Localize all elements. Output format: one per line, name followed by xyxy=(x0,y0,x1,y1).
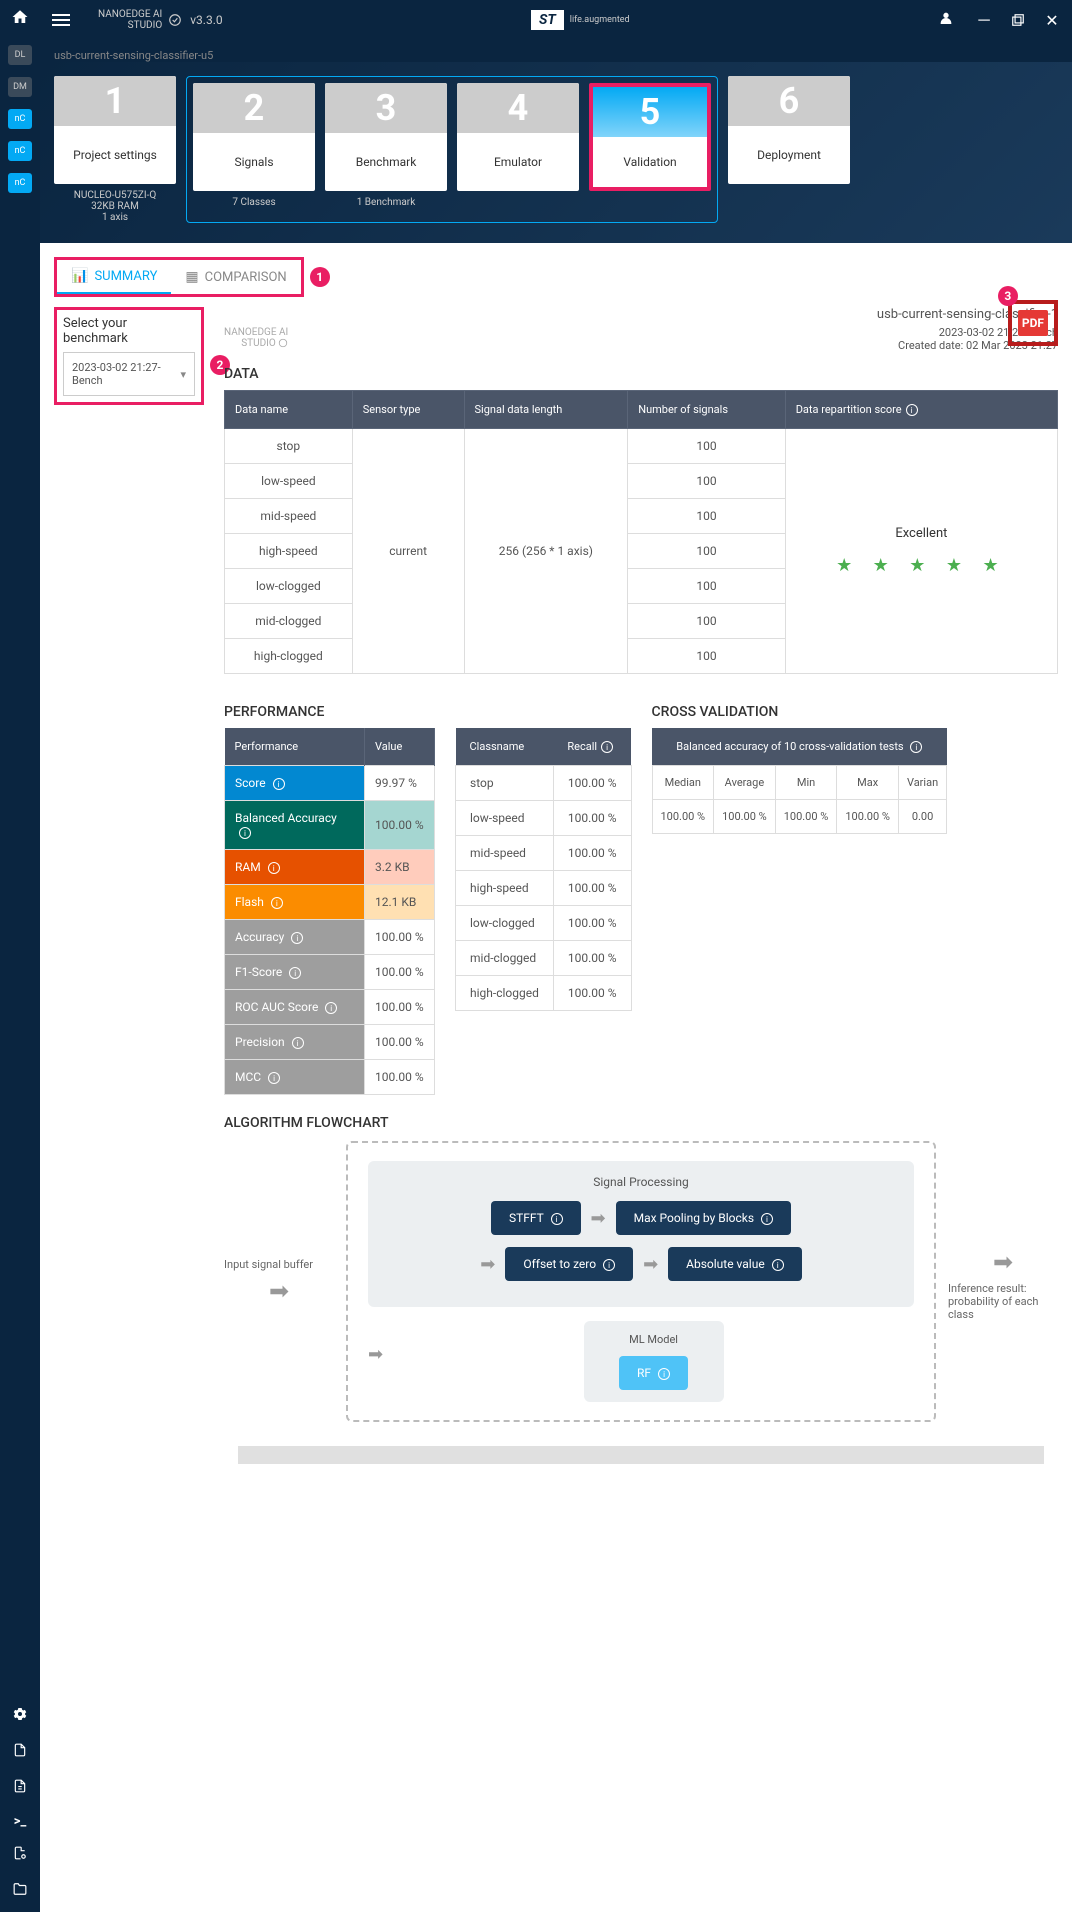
terminal-icon[interactable]: >_ xyxy=(14,1814,27,1829)
flow-input-label: Input signal buffer ➡ xyxy=(224,1258,334,1305)
data-name-cell: low-clogged xyxy=(225,569,353,604)
recall-table: ClassnameRecalli stop100.00 %low-speed10… xyxy=(455,728,632,1011)
info-icon[interactable]: i xyxy=(910,741,922,753)
sidebar-item-nc-2[interactable]: nC xyxy=(8,141,32,161)
pdf-icon: PDF xyxy=(1018,310,1048,336)
chip-rf[interactable]: RF i xyxy=(619,1356,688,1390)
minimize-button[interactable]: ─ xyxy=(976,12,992,28)
sidebar-item-dm[interactable]: DM xyxy=(8,77,32,97)
step-validation[interactable]: 5 Validation xyxy=(589,83,711,191)
chip-maxpool[interactable]: Max Pooling by Blocks i xyxy=(616,1201,791,1235)
flow-output-label: ➡ Inference result: probability of each … xyxy=(948,1242,1058,1321)
ml-model-box: ML Model RF i xyxy=(584,1321,724,1402)
sidebar-item-nc-3[interactable]: nC xyxy=(8,173,32,193)
cross-validation-table: Balanced accuracy of 10 cross-validation… xyxy=(652,728,948,834)
marker-1: 1 xyxy=(310,267,330,287)
flowchart: Input signal buffer ➡ Signal Processing … xyxy=(224,1141,1058,1422)
signal-processing-box: Signal Processing STFFT i ➡ Max Pooling … xyxy=(368,1161,914,1307)
folder-icon[interactable] xyxy=(12,1881,28,1900)
info-icon[interactable]: i xyxy=(603,1259,615,1271)
breadcrumb: usb-current-sensing-classifier-u5 xyxy=(40,40,1072,62)
info-icon[interactable]: i xyxy=(273,778,285,790)
info-icon[interactable]: i xyxy=(772,1259,784,1271)
doc-settings-icon[interactable] xyxy=(13,1845,27,1865)
maximize-button[interactable] xyxy=(1010,12,1026,28)
doc-icon-1[interactable] xyxy=(13,1742,27,1762)
footer-bar xyxy=(238,1446,1044,1464)
info-icon[interactable]: i xyxy=(906,404,918,416)
info-icon[interactable]: i xyxy=(268,1072,280,1084)
title-bar: NANOEDGE AI STUDIO v3.3.0 ST life.augmen… xyxy=(40,0,1072,40)
arrow-icon: ➡ xyxy=(643,1254,658,1275)
arrow-right-icon: ➡ xyxy=(224,1277,334,1305)
info-icon[interactable]: i xyxy=(289,967,301,979)
small-logo: NANOEDGE AI STUDIO xyxy=(224,327,288,349)
table-icon: ▦ xyxy=(185,269,198,285)
info-icon[interactable]: i xyxy=(658,1368,670,1380)
section-flow-title: ALGORITHM FLOWCHART xyxy=(224,1115,1058,1131)
tab-comparison[interactable]: ▦ COMPARISON xyxy=(171,260,300,294)
data-name-cell: high-speed xyxy=(225,534,353,569)
arrow-icon: ➡ xyxy=(368,1344,383,1365)
home-icon[interactable] xyxy=(11,8,29,31)
chip-abs[interactable]: Absolute value i xyxy=(668,1247,802,1281)
info-icon[interactable]: i xyxy=(601,741,613,753)
step-emulator[interactable]: 4 Emulator xyxy=(457,83,579,191)
data-name-cell: low-speed xyxy=(225,464,353,499)
step-group: 2 Signals 7 Classes 3 Benchmark 1 Benchm… xyxy=(186,76,718,223)
main-area: NANOEDGE AI STUDIO v3.3.0 ST life.augmen… xyxy=(40,0,1072,1474)
info-icon[interactable]: i xyxy=(291,932,303,944)
sidebar-item-nc-1[interactable]: nC xyxy=(8,109,32,129)
data-name-cell: mid-speed xyxy=(225,499,353,534)
step-benchmark[interactable]: 3 Benchmark xyxy=(325,83,447,191)
arrow-icon: ➡ xyxy=(480,1254,495,1275)
info-icon[interactable]: i xyxy=(761,1213,773,1225)
info-icon[interactable]: i xyxy=(551,1213,563,1225)
arrow-icon: ➡ xyxy=(591,1208,606,1229)
data-name-cell: mid-clogged xyxy=(225,604,353,639)
tabs-highlight: 📊 SUMMARY ▦ COMPARISON xyxy=(54,257,304,297)
tab-summary[interactable]: 📊 SUMMARY xyxy=(57,260,171,294)
section-cross-title: CROSS VALIDATION xyxy=(652,704,948,720)
info-icon[interactable]: i xyxy=(292,1037,304,1049)
data-table: Data name Sensor type Signal data length… xyxy=(224,390,1058,674)
doc-icon-2[interactable] xyxy=(13,1778,27,1798)
section-data-title: DATA xyxy=(224,366,1058,382)
user-status-icon[interactable] xyxy=(938,10,958,30)
close-button[interactable]: ✕ xyxy=(1044,12,1060,28)
step-signals[interactable]: 2 Signals xyxy=(193,83,315,191)
st-logo: ST life.augmented xyxy=(223,10,938,30)
data-name-cell: stop xyxy=(225,429,353,464)
info-icon[interactable]: i xyxy=(239,827,251,839)
tabs-row: 📊 SUMMARY ▦ COMPARISON 1 xyxy=(40,243,1072,297)
version-label: v3.3.0 xyxy=(190,13,222,27)
chip-offset[interactable]: Offset to zero i xyxy=(505,1247,633,1281)
info-icon[interactable]: i xyxy=(271,897,283,909)
chip-stfft[interactable]: STFFT i xyxy=(491,1201,581,1235)
marker-3: 3 xyxy=(998,286,1018,306)
export-pdf-button[interactable]: PDF xyxy=(1008,300,1058,346)
chart-icon: 📊 xyxy=(71,268,88,284)
step-deployment[interactable]: 6 Deployment xyxy=(728,76,850,184)
arrow-right-icon: ➡ xyxy=(948,1248,1058,1276)
steps-header: 1 Project settings NUCLEO-U575ZI-Q 32KB … xyxy=(40,62,1072,243)
performance-table: PerformanceValue Score i99.97 %Balanced … xyxy=(224,728,435,1095)
benchmark-select-label: Select your benchmark xyxy=(63,316,195,346)
sidebar: DL DM nC nC nC >_ xyxy=(0,0,40,1912)
section-perf-title: PERFORMANCE xyxy=(224,704,435,720)
app-logo-icon xyxy=(168,13,182,27)
settings-icon[interactable] xyxy=(12,1706,28,1726)
info-icon[interactable]: i xyxy=(268,862,280,874)
app-title: NANOEDGE AI STUDIO xyxy=(98,9,162,31)
info-icon[interactable]: i xyxy=(325,1002,337,1014)
sidebar-bottom: >_ xyxy=(12,1706,28,1900)
hamburger-icon[interactable] xyxy=(52,14,70,26)
step-1-info: NUCLEO-U575ZI-Q 32KB RAM 1 axis xyxy=(74,190,157,223)
sidebar-item-dl[interactable]: DL xyxy=(8,45,32,65)
step-project-settings[interactable]: 1 Project settings xyxy=(54,76,176,184)
data-name-cell: high-clogged xyxy=(225,639,353,674)
